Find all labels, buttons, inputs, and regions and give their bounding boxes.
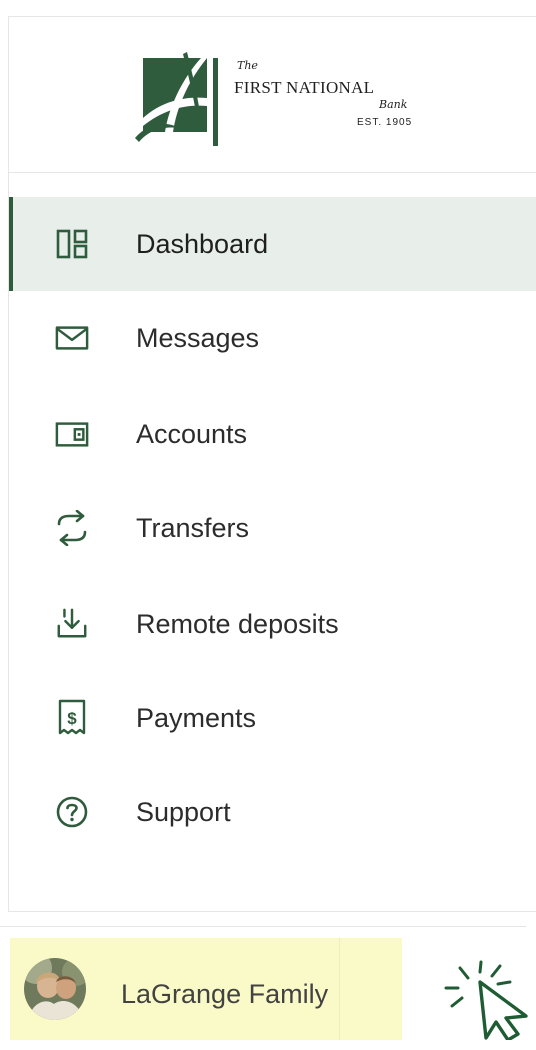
nav-item-payments[interactable]: $ Payments (9, 671, 536, 765)
bank-logo-icon (135, 52, 218, 146)
nav-item-remote-deposits[interactable]: Remote deposits (9, 577, 536, 671)
logo-established-text: EST. 1905 (357, 117, 413, 128)
dashboard-icon (55, 227, 89, 261)
nav-item-transfers[interactable]: Transfers (9, 481, 536, 575)
nav-item-dashboard[interactable]: Dashboard (9, 197, 536, 291)
logo-bank-name: FIRST NATIONAL (234, 78, 375, 97)
transfer-arrows-icon (55, 510, 89, 546)
receipt-icon: $ (55, 699, 89, 735)
logo-the-text: The (237, 59, 258, 72)
sidebar: The FIRST NATIONAL Bank EST. 1905 Dashbo… (8, 16, 536, 912)
nav-label-payments: Payments (136, 703, 257, 733)
profile-name: LaGrange Family (121, 979, 329, 1009)
pointer-cursor-icon (444, 960, 528, 1040)
nav-label-support: Support (136, 797, 231, 827)
nav-label-accounts: Accounts (136, 419, 248, 449)
profile-button[interactable]: LaGrange Family (10, 938, 402, 1040)
deposit-icon (55, 607, 89, 641)
wallet-icon (55, 417, 89, 451)
footer-divider (0, 926, 526, 927)
nav-label-dashboard: Dashboard (136, 229, 269, 259)
svg-text:$: $ (67, 709, 77, 728)
nav-item-support[interactable]: Support (9, 765, 536, 859)
logo-bank-text: Bank (379, 98, 408, 111)
help-circle-icon (55, 795, 89, 829)
nav-label-transfers: Transfers (136, 513, 250, 543)
nav-label-messages: Messages (136, 323, 260, 353)
profile-highlight-edge (339, 938, 340, 1040)
nav-item-messages[interactable]: Messages (9, 291, 536, 385)
envelope-icon (55, 321, 89, 355)
bank-logo[interactable]: The FIRST NATIONAL Bank EST. 1905 (9, 17, 536, 173)
nav-label-remote-deposits: Remote deposits (136, 609, 339, 639)
nav-item-accounts[interactable]: Accounts (9, 387, 536, 481)
avatar (24, 958, 86, 1020)
bank-logo-wordmark: The FIRST NATIONAL Bank EST. 1905 (225, 59, 425, 139)
